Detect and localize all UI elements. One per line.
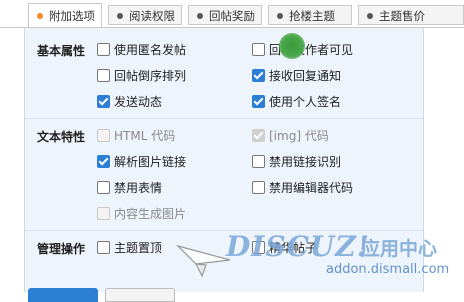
tab-floor-grab[interactable]: 抢楼主题 xyxy=(268,5,352,25)
cursor-highlight xyxy=(279,33,305,59)
tab-dot-icon xyxy=(37,13,43,19)
tab-label: 抢楼主题 xyxy=(289,9,335,23)
checkbox[interactable] xyxy=(252,155,265,168)
checkbox-disabled xyxy=(97,129,110,142)
secondary-button[interactable] xyxy=(105,288,175,302)
section-divider xyxy=(25,118,423,119)
option-label: 使用匿名发帖 xyxy=(114,43,187,57)
section-manage-label: 管理操作 xyxy=(37,242,86,256)
section-basic-label: 基本属性 xyxy=(37,44,86,58)
tab-dot-icon xyxy=(367,13,373,19)
checkbox[interactable] xyxy=(97,69,110,82)
tab-reply-reward[interactable]: 回帖奖励 xyxy=(188,5,262,25)
tab-label: 阅读权限 xyxy=(129,9,175,23)
checkbox-disabled xyxy=(97,207,110,220)
submit-button[interactable] xyxy=(28,288,98,302)
checkbox-checked[interactable] xyxy=(97,95,110,108)
watermark-url: addon.dismall.com xyxy=(326,262,450,277)
tab-dot-icon xyxy=(117,13,123,19)
tab-extra-options[interactable]: 附加选项 xyxy=(28,3,102,28)
option-label: HTML 代码 xyxy=(114,129,176,143)
tab-dot-icon xyxy=(277,13,283,19)
checkbox[interactable] xyxy=(252,181,265,194)
checkbox[interactable] xyxy=(97,43,110,56)
checkbox-checked[interactable] xyxy=(252,95,265,108)
tab-label: 回帖奖励 xyxy=(209,9,255,23)
tab-read-permission[interactable]: 阅读权限 xyxy=(108,5,182,25)
watermark: DISCUZ! 应用中心 addon.dismall.com xyxy=(176,226,456,286)
tab-price[interactable]: 主题售价 xyxy=(358,5,464,25)
option-label: 使用个人签名 xyxy=(269,95,342,109)
checkbox-checked[interactable] xyxy=(97,155,110,168)
tab-dot-icon xyxy=(197,13,203,19)
option-label: 禁用编辑器代码 xyxy=(269,181,354,195)
option-label: 禁用表情 xyxy=(114,181,163,195)
option-label: 回帖倒序排列 xyxy=(114,69,187,83)
checkbox[interactable] xyxy=(97,181,110,194)
tab-label: 主题售价 xyxy=(379,9,425,23)
option-label: 禁用链接识别 xyxy=(269,155,342,169)
checkbox-disabled-checked xyxy=(252,129,265,142)
section-text-label: 文本特性 xyxy=(37,130,86,144)
option-label: 接收回复通知 xyxy=(269,69,342,83)
option-label: [img] 代码 xyxy=(269,129,329,143)
watermark-logo: DISCUZ! xyxy=(226,230,371,263)
option-label: 解析图片链接 xyxy=(114,155,187,169)
watermark-cn: 应用中心 xyxy=(361,238,438,260)
option-label: 主题置顶 xyxy=(114,241,163,255)
option-label: 内容生成图片 xyxy=(114,207,187,221)
tab-strip: 附加选项 阅读权限 回帖奖励 抢楼主题 主题售价 xyxy=(0,0,464,30)
option-label: 发送动态 xyxy=(114,95,163,109)
tab-label: 附加选项 xyxy=(49,9,95,23)
paper-plane-icon xyxy=(176,244,231,278)
checkbox[interactable] xyxy=(97,241,110,254)
checkbox-checked[interactable] xyxy=(252,69,265,82)
checkbox[interactable] xyxy=(252,43,265,56)
